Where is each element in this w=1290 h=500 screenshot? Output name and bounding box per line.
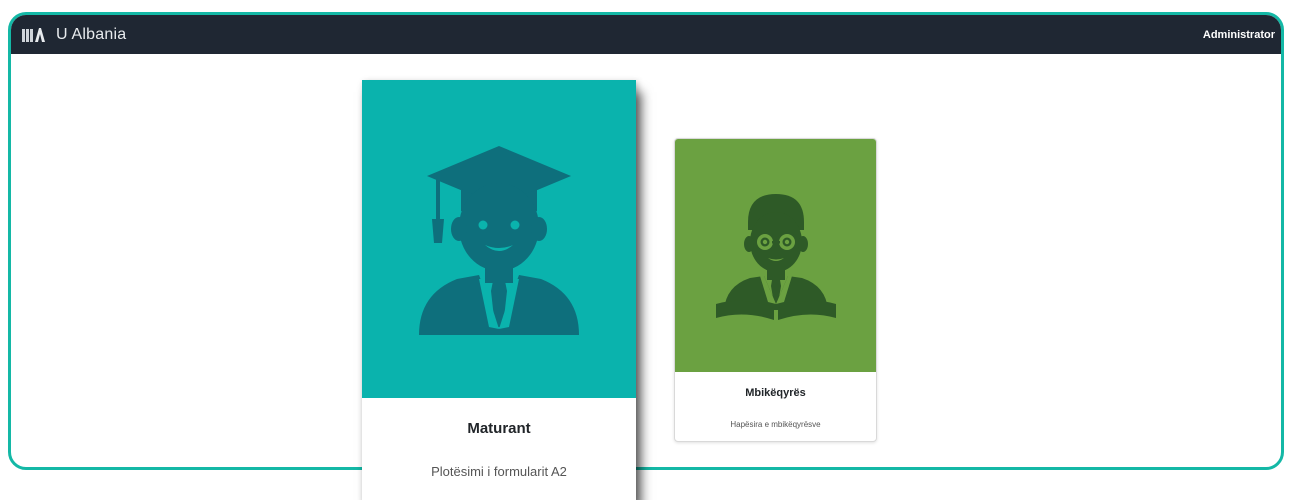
teacher-reading-icon	[715, 193, 836, 320]
user-menu[interactable]: Administrator	[1203, 15, 1275, 54]
card-text: Hapësira e mbikëqyrësve	[730, 420, 821, 429]
graduate-icon	[419, 146, 579, 335]
card-media	[362, 80, 636, 398]
card-title: Mbikëqyrës	[745, 387, 806, 399]
top-navbar: U Albania Administrator	[11, 15, 1281, 54]
app-frame: U Albania Administrator	[8, 12, 1284, 470]
card-media	[675, 139, 876, 372]
brand-name: U Albania	[56, 25, 127, 43]
role-card-mbikeqyres[interactable]: Mbikëqyrës Hapësira e mbikëqyrësve	[674, 138, 877, 442]
books-logo-icon	[22, 27, 45, 42]
card-text: Plotësimi i formularit A2	[431, 464, 567, 479]
role-card-maturant[interactable]: Maturant Plotësimi i formularit A2	[362, 80, 636, 500]
brand[interactable]: U Albania	[21, 15, 126, 54]
card-title: Maturant	[467, 420, 531, 437]
